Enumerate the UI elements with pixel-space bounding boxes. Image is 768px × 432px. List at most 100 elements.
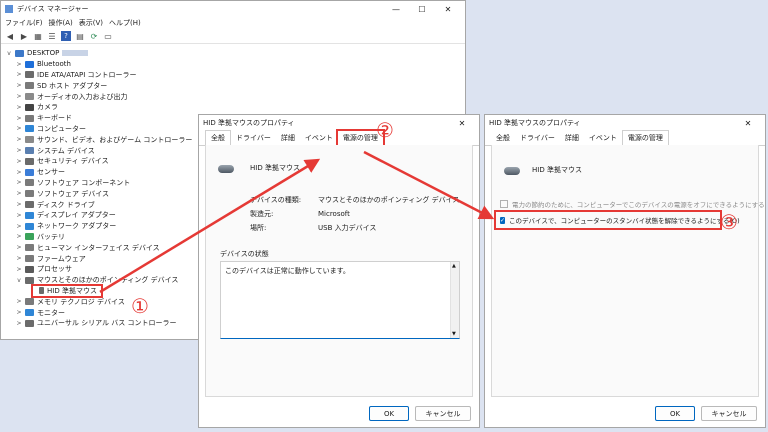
menu-item[interactable]: 表示(V) — [79, 18, 103, 28]
tree-item[interactable]: > Bluetooth — [15, 59, 465, 70]
tree-item-label: ディスク ドライブ — [37, 200, 95, 209]
wake-option[interactable]: ✓ このデバイスで、コンピューターのスタンバイ状態を解除できるようにする(O) — [494, 210, 740, 230]
power-panel: HID 準拠マウス 電力の節約のために、コンピューターでこのデバイスの電源をオフ… — [491, 145, 765, 397]
close-icon[interactable]: ✕ — [449, 119, 475, 128]
tree-item-label: IDE ATA/ATAPI コントローラー — [37, 70, 137, 79]
chevron-right-icon[interactable]: > — [15, 255, 23, 262]
tree-item[interactable]: > IDE ATA/ATAPI コントローラー — [15, 70, 465, 81]
chevron-right-icon[interactable]: > — [15, 147, 23, 154]
tab-1[interactable]: ドライバー — [515, 131, 560, 145]
prop-value: USB 入力デバイス — [318, 224, 377, 232]
chevron-right-icon[interactable]: > — [15, 93, 23, 100]
menu-item[interactable]: 操作(A) — [49, 18, 73, 28]
close-icon[interactable]: ✕ — [735, 119, 761, 128]
back-icon[interactable]: ◀ — [5, 31, 15, 41]
hid-icon — [25, 244, 34, 252]
chevron-right-icon[interactable]: > — [15, 309, 23, 316]
maximize-icon[interactable]: ☐ — [409, 5, 435, 14]
system-device-icon — [25, 147, 34, 155]
chevron-right-icon[interactable]: > — [15, 212, 23, 219]
checkbox-checked-icon[interactable]: ✓ — [500, 216, 506, 224]
view-icon[interactable]: ▤ — [75, 31, 85, 41]
prop-value: マウスとそのほかのポインティング デバイス — [318, 196, 460, 204]
checkbox-unchecked[interactable] — [500, 200, 508, 208]
highlight-box[interactable]: HID 準拠マウス — [31, 283, 103, 298]
chevron-right-icon[interactable]: > — [15, 223, 23, 230]
close-icon[interactable]: ✕ — [435, 5, 461, 14]
cancel-button[interactable]: キャンセル — [415, 406, 471, 421]
tree-item-label: オーディオの入力および出力 — [37, 92, 128, 101]
dialog-titlebar: HID 準拠マウスのプロパティ ✕ — [199, 115, 479, 131]
general-panel: HID 準拠マウス デバイスの種類: マウスとそのほかのポインティング デバイス製… — [205, 145, 473, 397]
chevron-down-icon[interactable]: v — [15, 277, 23, 284]
properties-dialog-general: HID 準拠マウスのプロパティ ✕ 全般 ドライバー 詳細 イベント 電源の管理 HID… — [198, 114, 480, 428]
chevron-right-icon[interactable]: > — [15, 158, 23, 165]
chevron-right-icon[interactable]: > — [15, 104, 23, 111]
tab-4[interactable]: 電源の管理 — [621, 130, 669, 146]
chevron-right-icon[interactable]: > — [15, 233, 23, 240]
power-off-option[interactable]: 電力の節約のために、コンピューターでこのデバイスの電源をオフにできるようにする(… — [500, 199, 765, 209]
app-icon — [5, 5, 13, 13]
tree-item-label: マウスとそのほかのポインティング デバイス — [37, 276, 179, 285]
network-adapter-icon — [25, 222, 34, 230]
help-icon[interactable]: ? — [61, 31, 71, 41]
list-icon[interactable]: ☰ — [47, 31, 57, 41]
prop-label: 製造元: — [250, 210, 274, 218]
tree-item[interactable]: > カメラ — [15, 102, 465, 113]
chevron-right-icon[interactable]: > — [15, 71, 23, 78]
chevron-right-icon[interactable]: > — [15, 115, 23, 122]
properties-icon[interactable]: ▦ — [33, 31, 43, 41]
ok-button[interactable]: OK — [655, 406, 695, 421]
chevron-down-icon[interactable]: v — [5, 50, 13, 57]
chevron-right-icon[interactable]: > — [15, 201, 23, 208]
chevron-right-icon[interactable]: > — [15, 190, 23, 197]
chevron-right-icon[interactable]: > — [15, 136, 23, 143]
scroll-down-icon[interactable]: ▼ — [452, 331, 456, 337]
disk-drive-icon — [25, 201, 34, 209]
minimize-icon[interactable]: — — [383, 5, 409, 14]
chevron-right-icon[interactable]: > — [15, 125, 23, 132]
tree-item-label: ユニバーサル シリアル バス コントローラー — [37, 319, 177, 328]
tab-1[interactable]: ドライバー — [231, 131, 276, 145]
chevron-right-icon[interactable]: > — [15, 298, 23, 305]
security-device-icon — [25, 157, 34, 165]
dialog-title: HID 準拠マウスのプロパティ — [203, 119, 295, 127]
tab-2[interactable]: 詳細 — [560, 131, 584, 145]
monitor-icon[interactable]: ▭ — [103, 31, 113, 41]
menu-item[interactable]: ヘルプ(H) — [109, 18, 141, 28]
tab-2[interactable]: 詳細 — [276, 131, 300, 145]
root-label: DESKTOP — [27, 49, 60, 58]
cancel-button[interactable]: キャンセル — [701, 406, 757, 421]
chevron-right-icon[interactable]: > — [15, 169, 23, 176]
scan-icon[interactable]: ⟳ — [89, 31, 99, 41]
monitor-icon — [25, 309, 34, 317]
tree-root[interactable]: v DESKTOP — [5, 48, 465, 59]
mouse-icon — [504, 167, 520, 175]
tab-0[interactable]: 全般 — [205, 130, 231, 146]
step-number-2: ② — [376, 118, 394, 142]
scrollbar[interactable]: ▲ ▼ — [450, 262, 459, 338]
tree-item-label: メモリ テクノロジ デバイス — [37, 297, 125, 306]
chevron-right-icon[interactable]: > — [15, 179, 23, 186]
chevron-right-icon[interactable]: > — [15, 266, 23, 273]
computer-icon — [15, 49, 24, 57]
computer-icon — [25, 125, 34, 133]
forward-icon[interactable]: ▶ — [19, 31, 29, 41]
chevron-right-icon[interactable]: > — [15, 244, 23, 251]
scroll-up-icon[interactable]: ▲ — [452, 263, 456, 269]
software-device-icon — [25, 190, 34, 198]
tab-0[interactable]: 全般 — [491, 131, 515, 145]
chevron-right-icon[interactable]: > — [15, 320, 23, 327]
tab-3[interactable]: イベント — [584, 131, 622, 145]
tree-item-label: ソフトウェア デバイス — [37, 189, 110, 198]
chevron-right-icon[interactable]: > — [15, 82, 23, 89]
tree-item-label: ネットワーク アダプター — [37, 222, 117, 231]
menu-item[interactable]: ファイル(F) — [5, 18, 43, 28]
tree-item[interactable]: > オーディオの入力および出力 — [15, 91, 465, 102]
chevron-right-icon[interactable]: > — [15, 61, 23, 68]
tab-3[interactable]: イベント — [300, 131, 338, 145]
tree-item[interactable]: > SD ホスト アダプター — [15, 80, 465, 91]
tree-item-label: HID 準拠マウス — [47, 286, 97, 295]
ok-button[interactable]: OK — [369, 406, 409, 421]
prop-row: デバイスの種類: マウスとそのほかのポインティング デバイス — [250, 193, 468, 207]
